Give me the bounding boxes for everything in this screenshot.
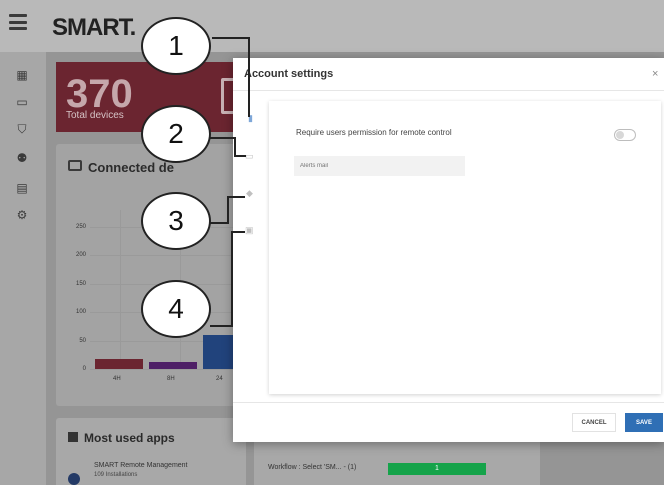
callout-3-leader-rise xyxy=(227,196,229,224)
x-tick-label: 4H xyxy=(113,376,121,382)
most-used-apps-card xyxy=(56,418,246,485)
workflow-progress-bar: 1 xyxy=(388,463,486,475)
x-tick-label: 8H xyxy=(167,376,175,382)
connected-devices-title: Connected de xyxy=(88,160,174,175)
dashboard-icon[interactable]: ▦ xyxy=(15,68,29,82)
device-icon[interactable]: ▭ xyxy=(245,151,254,161)
y-tick-label: 50 xyxy=(79,337,86,344)
modal-title: Account settings xyxy=(244,68,334,80)
callout-3-leader xyxy=(210,222,228,224)
y-tick-label: 100 xyxy=(75,309,86,316)
y-tick-label: 150 xyxy=(75,280,86,287)
callout-4-leader-rise xyxy=(231,231,233,327)
menu-icon[interactable] xyxy=(9,14,27,30)
y-gridline xyxy=(90,255,240,257)
callout-4-leader xyxy=(210,325,232,327)
modal-footer-divider xyxy=(233,402,664,403)
modal-header-divider xyxy=(233,90,664,91)
left-nav xyxy=(0,52,46,485)
app-logo-icon xyxy=(68,473,80,485)
x-gridline xyxy=(120,210,121,370)
app-row-installations: 109 Installations xyxy=(94,472,138,478)
clipboard-icon[interactable]: ▤ xyxy=(15,181,29,195)
callout-4: 4 xyxy=(141,280,211,338)
close-icon[interactable]: × xyxy=(652,68,658,80)
display-icon[interactable]: ▣ xyxy=(245,225,254,235)
alerts-mail-input[interactable] xyxy=(294,156,465,176)
remote-control-permission-toggle[interactable] xyxy=(614,129,636,141)
gear-icon[interactable]: ⚙ xyxy=(15,208,29,222)
monitor-icon xyxy=(68,160,82,171)
android-icon[interactable]: ◆ xyxy=(246,188,253,198)
x-tick-label: 24 xyxy=(216,376,223,382)
callout-3-leader-end xyxy=(227,196,245,198)
callout-2-leader-drop xyxy=(234,137,236,155)
shield-icon[interactable]: ⛉ xyxy=(15,122,29,136)
y-tick-label: 200 xyxy=(75,252,86,259)
y-tick-label: 0 xyxy=(82,366,86,372)
users-icon[interactable]: ⚉ xyxy=(15,151,29,165)
chart-bar-4h xyxy=(95,358,143,369)
callout-2: 2 xyxy=(141,105,211,163)
most-used-apps-title: Most used apps xyxy=(84,431,175,445)
callout-2-leader-end xyxy=(234,155,246,157)
workflow-row-label: Workflow : Select 'SM... - (1) xyxy=(268,464,357,471)
devices-icon[interactable]: ▭ xyxy=(15,95,29,109)
callout-2-leader xyxy=(210,137,236,139)
callout-1-leader-drop xyxy=(248,37,250,117)
apps-icon xyxy=(68,432,78,442)
cancel-button[interactable]: CANCEL xyxy=(572,413,616,432)
callout-1-leader xyxy=(212,37,250,39)
settings-panel xyxy=(269,101,661,394)
y-tick-label: 250 xyxy=(75,224,86,230)
callout-4-leader-end xyxy=(231,231,245,233)
save-button[interactable]: SAVE xyxy=(625,413,663,432)
y-gridline xyxy=(90,369,240,370)
total-devices-label: Total devices xyxy=(66,110,124,121)
app-row-name[interactable]: SMART Remote Management xyxy=(94,462,188,469)
remote-control-permission-label: Require users permission for remote cont… xyxy=(296,128,452,137)
chart-bar-8h xyxy=(149,362,197,369)
smart-logo: SMART. xyxy=(52,14,136,41)
callout-1: 1 xyxy=(141,17,211,75)
callout-3: 3 xyxy=(141,192,211,250)
